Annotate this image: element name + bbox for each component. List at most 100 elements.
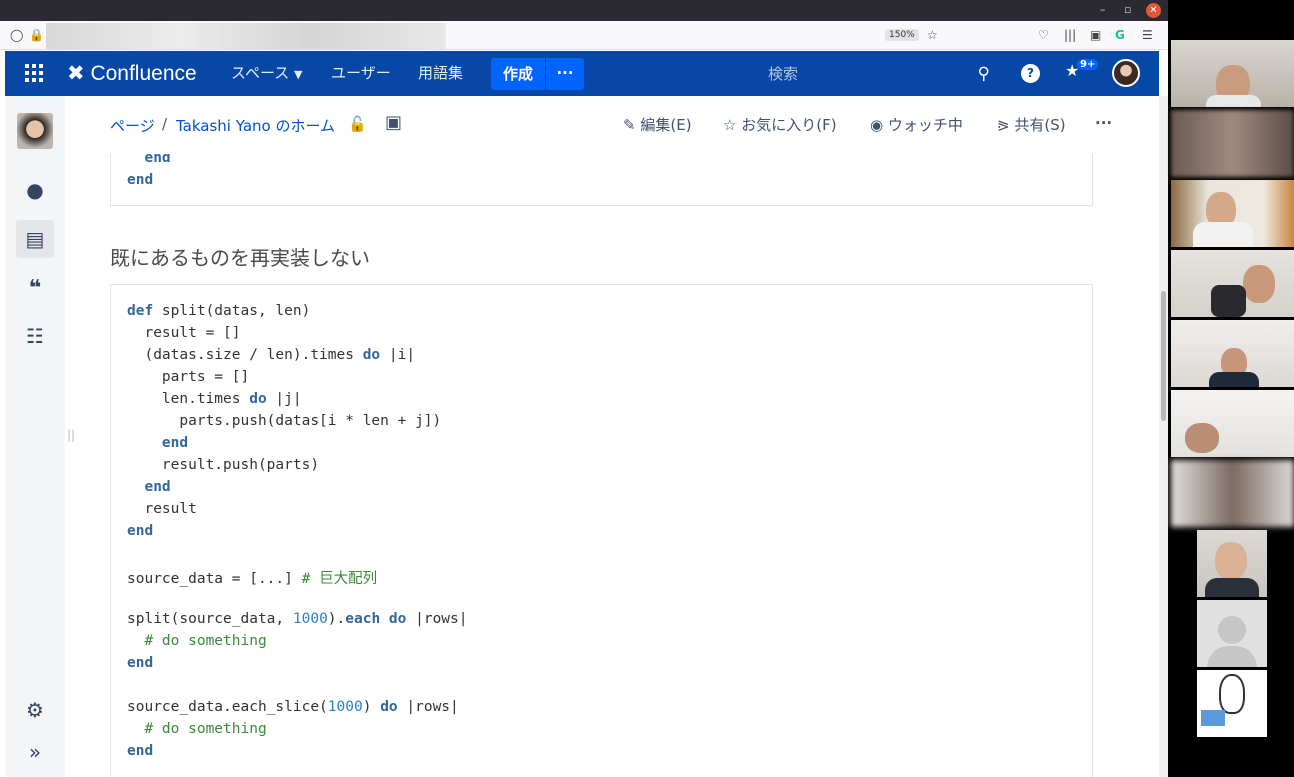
close-window-button[interactable]: ✕ <box>1146 3 1161 18</box>
expand-sidebar-icon[interactable]: » <box>5 740 65 764</box>
breadcrumb-home[interactable]: Takashi Yano のホーム <box>176 115 335 136</box>
share-label: 共有(S) <box>1014 116 1066 134</box>
bookmark-star-icon[interactable]: ☆ <box>927 28 938 42</box>
more-actions-button[interactable]: ··· <box>1095 114 1112 132</box>
help-icon[interactable]: ? <box>1021 64 1040 83</box>
create-button[interactable]: 作成 <box>491 58 545 90</box>
address-bar: ◯ 🔒 150% ☆ ♡ ||| ▣ G ☰ <box>0 21 1168 50</box>
user-avatar[interactable] <box>1112 59 1140 87</box>
code-token: source_data.each_slice( <box>127 699 328 715</box>
people-icon[interactable]: ● <box>5 178 65 202</box>
space-avatar[interactable] <box>17 113 53 149</box>
menu-icon[interactable]: ☰ <box>1142 28 1153 42</box>
watch-label: ウォッチ中 <box>887 116 963 134</box>
video-participant[interactable] <box>1171 320 1294 387</box>
code-line: len.times do |j| <box>127 391 302 407</box>
browser-window: – ▫ ✕ ◯ 🔒 150% ☆ ♡ ||| ▣ G ☰ ✖ Confluenc… <box>0 0 1168 777</box>
code-token: end <box>144 479 171 495</box>
notification-badge: 9+ <box>1077 59 1099 70</box>
video-participant[interactable] <box>1171 110 1294 177</box>
code-token: # 巨大配列 <box>301 571 378 587</box>
code-block: def split(datas, len) result = [] (datas… <box>110 284 1093 777</box>
code-token: split(datas, len) <box>153 303 311 319</box>
code-line: # do something <box>127 721 266 737</box>
minimize-button[interactable]: – <box>1100 3 1106 16</box>
code-token: len.times <box>127 391 250 407</box>
settings-gear-icon[interactable]: ⚙ <box>5 698 65 722</box>
app-switcher-icon[interactable] <box>25 64 45 84</box>
code-token: |rows| <box>397 699 459 715</box>
code-line: source_data = [...] # 巨大配列 <box>127 567 377 588</box>
video-participant[interactable] <box>1171 180 1294 247</box>
glossary-link[interactable]: 用語集 <box>418 51 463 96</box>
video-participant-avatar[interactable] <box>1197 670 1267 737</box>
users-link[interactable]: ユーザー <box>331 51 391 96</box>
favorite-button[interactable]: ☆ お気に入り(F) <box>723 114 837 135</box>
library-icon[interactable]: ||| <box>1064 28 1076 42</box>
code-token: split(source_data, <box>127 611 293 627</box>
chevron-down-icon: ▼ <box>293 68 303 81</box>
tree-icon[interactable]: ☷ <box>5 324 65 348</box>
code-line: source_data.each_slice(1000) do |rows| <box>127 699 459 715</box>
zoom-level[interactable]: 150% <box>885 29 919 41</box>
video-participant-placeholder[interactable] <box>1197 600 1267 667</box>
scroll-thumb[interactable] <box>1161 291 1166 421</box>
code-line: result <box>127 501 196 517</box>
blog-quote-icon[interactable]: ❝ <box>5 276 65 301</box>
url-field[interactable] <box>46 23 446 49</box>
code-token: do <box>388 611 407 627</box>
code-token: result.push(parts) <box>127 457 320 473</box>
video-participant[interactable] <box>1197 530 1267 597</box>
code-line: end <box>127 523 153 539</box>
code-token: do <box>362 347 381 363</box>
page-content: end end 既にあるものを再実装しない def split(datas, le… <box>65 154 1159 777</box>
breadcrumb-pages[interactable]: ページ <box>110 115 155 136</box>
code-line: end <box>127 172 153 188</box>
code-token: end <box>127 523 154 539</box>
create-more-button[interactable]: ··· <box>546 58 584 90</box>
resize-handle[interactable]: || <box>67 428 75 442</box>
code-token: def <box>127 303 154 319</box>
video-participant[interactable] <box>1171 390 1294 457</box>
scrollbar[interactable] <box>1159 96 1168 777</box>
code-line: end <box>127 154 170 166</box>
confluence-logo[interactable]: ✖ Confluence <box>67 51 197 96</box>
video-participant[interactable] <box>1171 40 1294 107</box>
shield-icon[interactable]: ◯ <box>10 28 23 42</box>
code-block-previous: end end <box>110 154 1093 206</box>
page-header: ページ / Takashi Yano のホーム 🔓 ▣ ✎ 編集(E) ☆ お気… <box>65 96 1159 154</box>
unlock-icon[interactable]: 🔓 <box>348 115 367 133</box>
sidebar-toggle-icon[interactable]: ▣ <box>1090 28 1101 42</box>
space-sidebar: ● ▤ ❝ ☷ ⚙ » <box>5 96 65 777</box>
code-line: parts = [] <box>127 369 249 385</box>
code-token: end <box>161 435 189 451</box>
code-token: end <box>127 655 154 671</box>
code-line: (datas.size / len).times do |i| <box>127 347 415 363</box>
search-icon[interactable]: ⚲ <box>978 58 990 90</box>
video-participant[interactable] <box>1171 460 1294 527</box>
search-input[interactable]: 検索 ⚲ <box>760 58 1000 90</box>
video-participant[interactable] <box>1171 250 1294 317</box>
favorite-label: お気に入り(F) <box>741 116 837 134</box>
code-token: # do something <box>144 633 267 649</box>
maximize-button[interactable]: ▫ <box>1124 3 1131 16</box>
grammarly-icon[interactable]: G <box>1115 28 1125 42</box>
code-token: end <box>127 172 154 188</box>
edit-button[interactable]: ✎ 編集(E) <box>623 114 692 135</box>
code-token: parts.push(datas[i * len + j]) <box>127 413 442 429</box>
code-token: each <box>345 611 381 627</box>
code-line: # do something <box>127 633 267 649</box>
page-info-icon[interactable]: ▣ <box>385 112 402 133</box>
code-token: do <box>380 699 398 715</box>
watch-button[interactable]: ◉ ウォッチ中 <box>870 114 963 135</box>
lock-icon[interactable]: 🔒 <box>29 28 44 42</box>
spaces-menu[interactable]: スペース ▼ <box>231 51 302 96</box>
share-button[interactable]: ⪘ 共有(S) <box>997 114 1066 135</box>
pocket-icon[interactable]: ♡ <box>1038 28 1049 42</box>
pages-icon[interactable]: ▤ <box>5 227 65 251</box>
rabbit-avatar-icon <box>1219 674 1245 714</box>
code-line: result.push(parts) <box>127 457 319 473</box>
